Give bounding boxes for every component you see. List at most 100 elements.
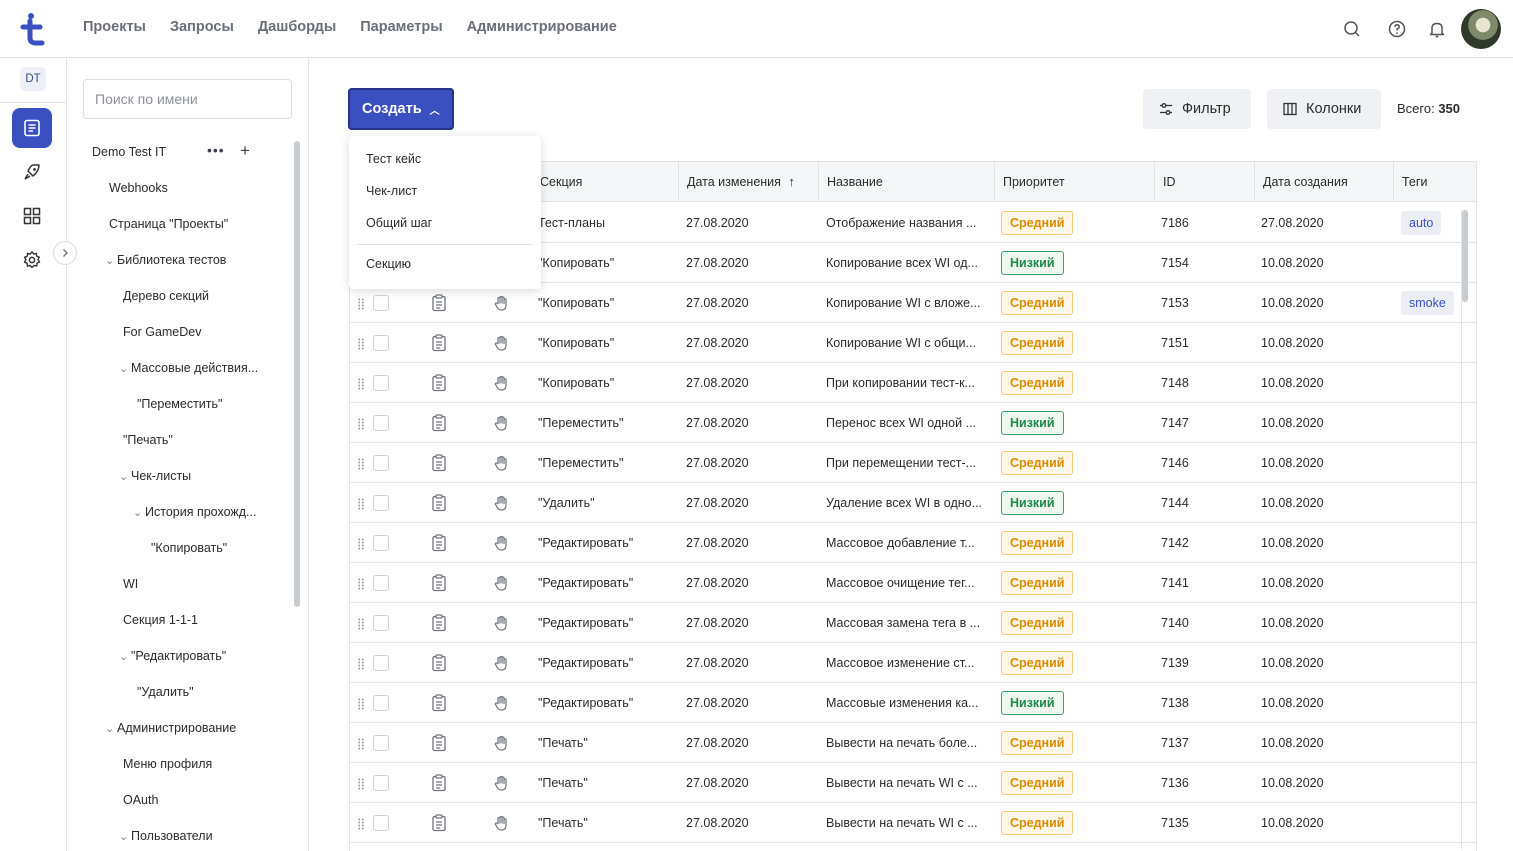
- menu-item-checklist[interactable]: Чек-лист: [366, 184, 417, 198]
- cell-name[interactable]: Отображение названия ...: [826, 203, 986, 243]
- tree-item[interactable]: ⌄ Пользователи: [119, 829, 213, 843]
- project-badge[interactable]: DT: [20, 67, 46, 91]
- table-row[interactable]: "Редактировать" 27.08.2020 Массовые измене…: [350, 683, 1476, 723]
- cell-name[interactable]: Вывести на печать WI с ...: [826, 763, 986, 803]
- tag-chip[interactable]: auto: [1401, 211, 1442, 235]
- tree-item[interactable]: WI: [123, 577, 138, 591]
- manual-hand-icon[interactable]: [492, 654, 510, 672]
- column-header-modified[interactable]: Дата изменения ↑: [678, 162, 818, 202]
- drag-handle-icon[interactable]: [358, 297, 364, 310]
- row-checkbox[interactable]: [373, 695, 389, 711]
- test-case-clipboard-icon[interactable]: [430, 814, 448, 832]
- rail-launch-button[interactable]: [12, 152, 52, 192]
- table-row[interactable]: "Печать" 27.08.2020 Вывести на печать боле…: [350, 723, 1476, 763]
- column-header-name[interactable]: Название: [818, 162, 994, 202]
- tree-scrollbar[interactable]: [294, 141, 300, 607]
- chevron-down-icon[interactable]: ⌄: [119, 830, 131, 843]
- cell-name[interactable]: Массовое очищение тег...: [826, 563, 986, 603]
- cell-name[interactable]: При копировании тест-к...: [826, 363, 986, 403]
- test-case-clipboard-icon[interactable]: [430, 734, 448, 752]
- tree-item[interactable]: ⌄ Массовые действия...: [119, 361, 258, 375]
- manual-hand-icon[interactable]: [492, 294, 510, 312]
- manual-hand-icon[interactable]: [492, 814, 510, 832]
- drag-handle-icon[interactable]: [358, 617, 364, 630]
- tree-item[interactable]: For GameDev: [123, 325, 202, 339]
- cell-name[interactable]: Вывести на печать WI с ...: [826, 803, 986, 843]
- row-checkbox[interactable]: [373, 815, 389, 831]
- test-case-clipboard-icon[interactable]: [430, 374, 448, 392]
- drag-handle-icon[interactable]: [358, 497, 364, 510]
- menu-item-test-case[interactable]: Тест кейс: [366, 152, 421, 166]
- row-checkbox[interactable]: [373, 495, 389, 511]
- manual-hand-icon[interactable]: [492, 334, 510, 352]
- test-case-clipboard-icon[interactable]: [430, 414, 448, 432]
- table-row[interactable]: "Копировать" 27.08.2020 Копирование WI с о…: [350, 323, 1476, 363]
- manual-hand-icon[interactable]: [492, 574, 510, 592]
- cell-name[interactable]: Копирование всех WI од...: [826, 243, 986, 283]
- table-row[interactable]: "Копировать" 27.08.2020 Копирование WI с в…: [350, 283, 1476, 323]
- table-row[interactable]: "Копировать" 27.08.2020 При копировании те…: [350, 363, 1476, 403]
- tree-item[interactable]: Страница "Проекты": [109, 217, 228, 231]
- table-row[interactable]: "Редактировать" 27.08.2020 Массовое измене…: [350, 643, 1476, 683]
- manual-hand-icon[interactable]: [492, 614, 510, 632]
- chevron-down-icon[interactable]: ⌄: [133, 506, 145, 519]
- tag-chip[interactable]: smoke: [1401, 291, 1454, 315]
- tree-item[interactable]: "Копировать": [151, 541, 227, 555]
- test-case-clipboard-icon[interactable]: [430, 334, 448, 352]
- test-case-clipboard-icon[interactable]: [430, 454, 448, 472]
- column-header-section[interactable]: Секция: [531, 162, 678, 202]
- chevron-down-icon[interactable]: ⌄: [105, 254, 117, 267]
- drag-handle-icon[interactable]: [358, 537, 364, 550]
- cell-name[interactable]: Массовое изменение ст...: [826, 643, 986, 683]
- tree-item[interactable]: ⌄ История прохожд...: [133, 505, 256, 519]
- test-case-clipboard-icon[interactable]: [430, 694, 448, 712]
- row-checkbox[interactable]: [373, 575, 389, 591]
- row-checkbox[interactable]: [373, 655, 389, 671]
- tree-item[interactable]: Webhooks: [109, 181, 168, 195]
- tree-root[interactable]: Demo Test IT: [92, 145, 166, 159]
- table-row[interactable]: "Переместить" 27.08.2020 Перенос всех WI о…: [350, 403, 1476, 443]
- drag-handle-icon[interactable]: [358, 657, 364, 670]
- table-row[interactable]: "Редактировать" 27.08.2020 Массовая замена…: [350, 603, 1476, 643]
- chevron-down-icon[interactable]: ⌄: [119, 362, 131, 375]
- tree-item[interactable]: OAuth: [123, 793, 158, 807]
- manual-hand-icon[interactable]: [492, 494, 510, 512]
- cell-name[interactable]: Массовое добавление т...: [826, 523, 986, 563]
- table-row[interactable]: "Переместить" 27.08.2020 При перемещении т…: [350, 443, 1476, 483]
- manual-hand-icon[interactable]: [492, 414, 510, 432]
- row-checkbox[interactable]: [373, 735, 389, 751]
- nav-dashboards[interactable]: Дашборды: [258, 19, 336, 35]
- tree-item[interactable]: Меню профиля: [123, 757, 212, 771]
- cell-name[interactable]: При перемещении тест-...: [826, 443, 986, 483]
- tree-item[interactable]: "Печать": [123, 433, 173, 447]
- app-logo[interactable]: [18, 12, 46, 46]
- manual-hand-icon[interactable]: [492, 774, 510, 792]
- cell-name[interactable]: Массовые изменения ка...: [826, 683, 986, 723]
- cell-name[interactable]: Удаление всех WI в одно...: [826, 483, 986, 523]
- chevron-down-icon[interactable]: ⌄: [119, 470, 131, 483]
- table-scrollbar[interactable]: [1462, 210, 1468, 302]
- rail-settings-button[interactable]: [12, 240, 52, 280]
- drag-handle-icon[interactable]: [358, 377, 364, 390]
- row-checkbox[interactable]: [373, 295, 389, 311]
- column-header-priority[interactable]: Приоритет: [994, 162, 1154, 202]
- manual-hand-icon[interactable]: [492, 454, 510, 472]
- chevron-down-icon[interactable]: ⌄: [105, 722, 117, 735]
- table-row[interactable]: "Редактировать" 27.08.2020 Массовое добавл…: [350, 523, 1476, 563]
- rail-library-button[interactable]: [12, 108, 52, 148]
- user-avatar[interactable]: [1461, 9, 1501, 49]
- add-section-icon[interactable]: +: [240, 141, 250, 161]
- test-case-clipboard-icon[interactable]: [430, 294, 448, 312]
- row-checkbox[interactable]: [373, 455, 389, 471]
- tree-item[interactable]: "Удалить": [137, 685, 194, 699]
- column-header-id[interactable]: ID: [1154, 162, 1254, 202]
- test-case-clipboard-icon[interactable]: [430, 494, 448, 512]
- table-row[interactable]: "Печать" 27.08.2020 Вывести на печать WI с…: [350, 763, 1476, 803]
- drag-handle-icon[interactable]: [358, 337, 364, 350]
- drag-handle-icon[interactable]: [358, 777, 364, 790]
- column-header-tags[interactable]: Теги: [1393, 162, 1476, 202]
- tree-item[interactable]: "Переместить": [137, 397, 222, 411]
- chevron-down-icon[interactable]: ⌄: [119, 650, 131, 663]
- drag-handle-icon[interactable]: [358, 577, 364, 590]
- cell-name[interactable]: Массовая замена тега в ...: [826, 603, 986, 643]
